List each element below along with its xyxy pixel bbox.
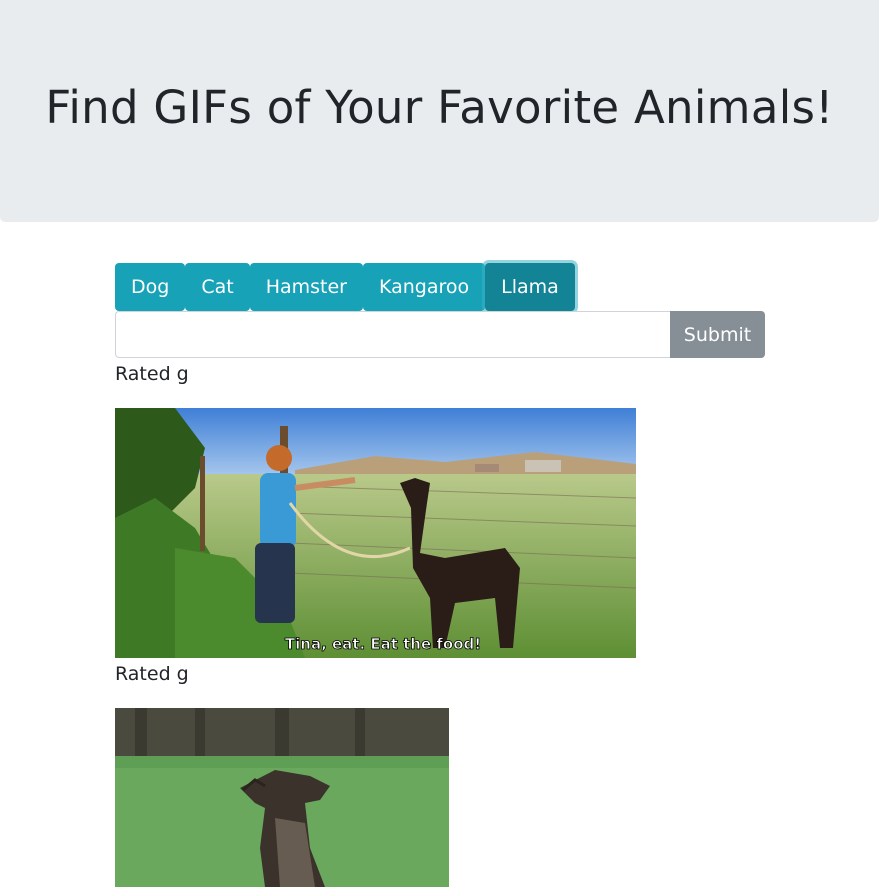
gif-image xyxy=(115,708,449,887)
gif-rating: Rated g xyxy=(115,363,189,385)
gif-caption: Tina, eat. Eat the food! xyxy=(285,635,481,653)
submit-button[interactable]: Submit xyxy=(670,311,765,358)
animal-button-group: Dog Cat Hamster Kangaroo Llama xyxy=(115,263,575,311)
animal-button-cat[interactable]: Cat xyxy=(185,263,250,311)
animal-button-llama[interactable]: Llama xyxy=(485,263,575,311)
animal-button-hamster[interactable]: Hamster xyxy=(249,263,363,311)
search-input[interactable] xyxy=(115,311,670,358)
gif-rating: Rated g xyxy=(115,663,189,685)
search-form: Submit xyxy=(115,311,765,358)
page-title: Find GIFs of Your Favorite Animals! xyxy=(45,81,834,134)
header-jumbotron: Find GIFs of Your Favorite Animals! xyxy=(0,0,879,222)
animal-button-dog[interactable]: Dog xyxy=(115,263,186,311)
gif-image: Tina, eat. Eat the food! xyxy=(115,408,636,658)
animal-button-kangaroo[interactable]: Kangaroo xyxy=(362,263,486,311)
